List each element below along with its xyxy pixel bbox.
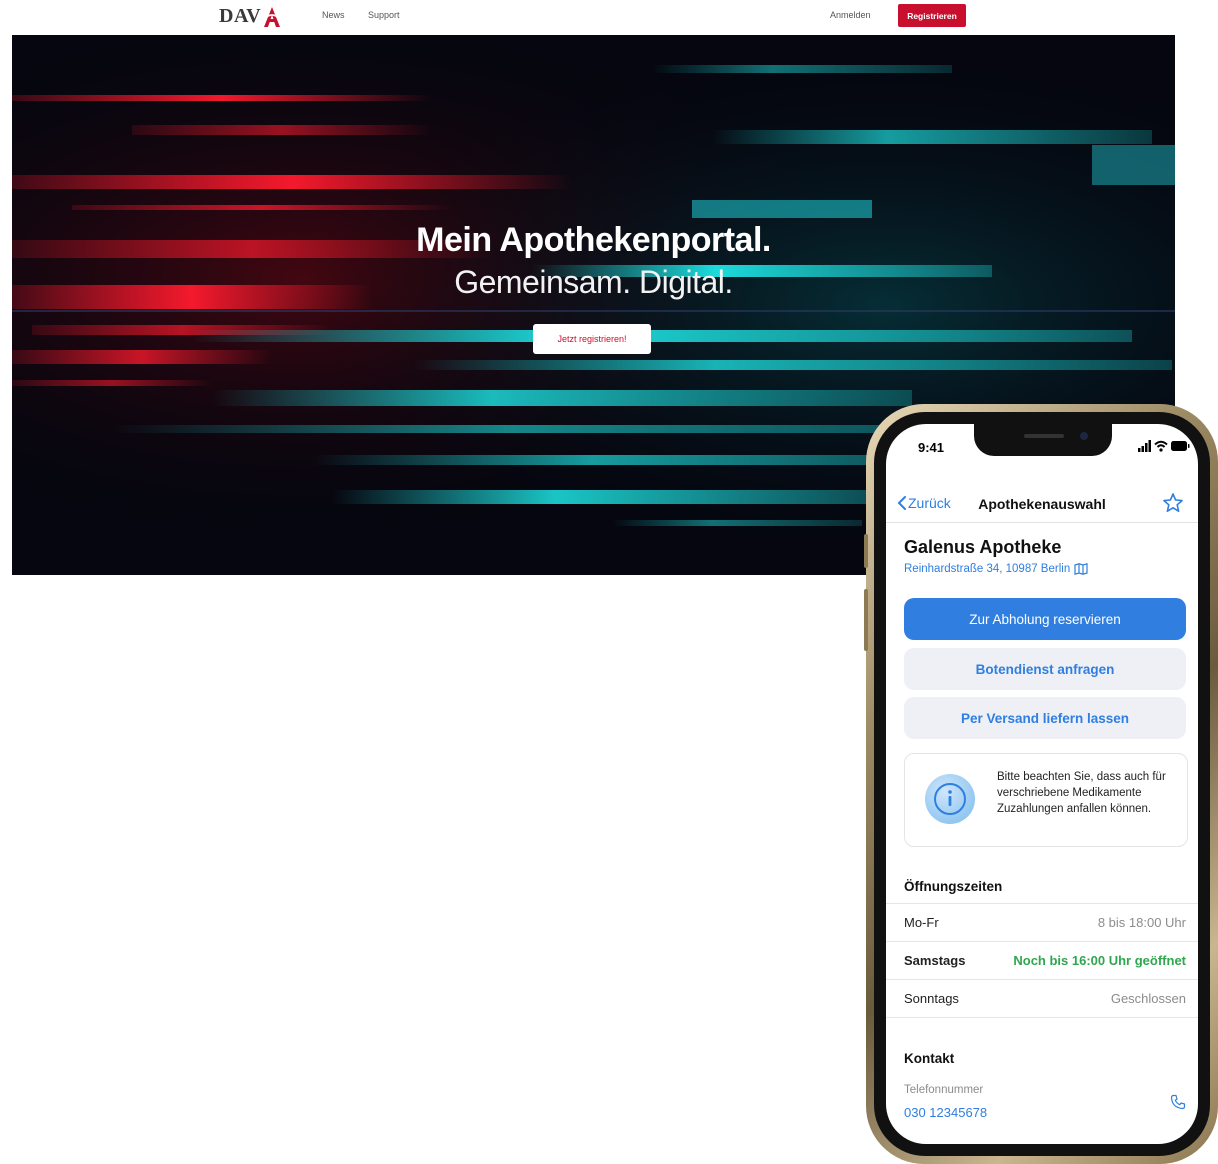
login-link[interactable]: Anmelden bbox=[830, 10, 871, 20]
status-time: 9:41 bbox=[918, 440, 945, 455]
camera bbox=[1080, 432, 1088, 440]
address-text: Reinhardstraße 34, 10987 Berlin bbox=[904, 563, 1071, 575]
favorite-star-icon[interactable] bbox=[1162, 492, 1184, 514]
hours-time-open: Noch bis 16:00 Uhr geöffnet bbox=[1013, 953, 1186, 968]
row-divider bbox=[886, 903, 1198, 904]
info-text: Bitte beachten Sie, dass auch für versch… bbox=[997, 771, 1166, 815]
top-navigation: DAV News Support Anmelden Registrieren bbox=[0, 0, 1218, 34]
phone-mockup: 9:41 Zurück Apothekenauswahl Galenus Apo… bbox=[864, 404, 1218, 1164]
dav-logo[interactable]: DAV bbox=[219, 5, 261, 28]
hours-time: 8 bis 18:00 Uhr bbox=[1097, 915, 1186, 930]
phone-side-button bbox=[864, 589, 868, 651]
hours-row: Samstags Noch bis 16:00 Uhr geöffnet bbox=[886, 941, 1198, 979]
pharmacy-name: Galenus Apotheke bbox=[904, 537, 1062, 557]
row-divider bbox=[886, 1017, 1198, 1018]
phone-number-link[interactable]: 030 12345678 bbox=[904, 1105, 987, 1120]
navbar-divider bbox=[886, 522, 1198, 523]
apotheke-a-logo-icon bbox=[264, 7, 280, 27]
courier-request-button[interactable]: Botendienst anfragen bbox=[904, 648, 1186, 690]
hours-row: Sonntags Geschlossen bbox=[886, 979, 1198, 1017]
nav-link-support[interactable]: Support bbox=[368, 10, 400, 20]
info-icon bbox=[925, 774, 975, 824]
info-notice: Bitte beachten Sie, dass auch für versch… bbox=[904, 753, 1188, 847]
status-icons bbox=[1138, 440, 1190, 452]
hero-title: Mein Apothekenportal. bbox=[416, 221, 771, 259]
app-screen: 9:41 Zurück Apothekenauswahl Galenus Apo… bbox=[886, 424, 1198, 1144]
phone-side-button bbox=[864, 534, 868, 568]
hero-subtitle: Gemeinsam. Digital. bbox=[454, 264, 733, 300]
signal-icon bbox=[1138, 440, 1151, 452]
opening-hours-title: Öffnungszeiten bbox=[904, 879, 1003, 894]
row-divider bbox=[886, 979, 1198, 980]
hours-time: Geschlossen bbox=[1110, 991, 1186, 1006]
reserve-pickup-button[interactable]: Zur Abholung reservieren bbox=[904, 598, 1186, 640]
speaker bbox=[1024, 434, 1064, 438]
row-divider bbox=[886, 941, 1198, 942]
battery-icon bbox=[1171, 441, 1190, 451]
contact-title: Kontakt bbox=[904, 1051, 955, 1066]
hours-day: Mo-Fr bbox=[904, 915, 939, 930]
phone-number-label: Telefonnummer bbox=[904, 1084, 984, 1096]
hours-day: Samstags bbox=[904, 953, 966, 968]
register-button[interactable]: Registrieren bbox=[898, 4, 966, 27]
hours-day: Sonntags bbox=[904, 991, 959, 1006]
phone-notch bbox=[974, 424, 1112, 456]
map-icon bbox=[1074, 563, 1088, 575]
pharmacy-address-link[interactable]: Reinhardstraße 34, 10987 Berlin bbox=[904, 563, 1088, 575]
shipping-button[interactable]: Per Versand liefern lassen bbox=[904, 697, 1186, 739]
phone-icon[interactable] bbox=[1170, 1094, 1186, 1110]
wifi-icon bbox=[1154, 440, 1168, 452]
hours-row: Mo-Fr 8 bis 18:00 Uhr bbox=[886, 903, 1198, 941]
screen-title: Apothekenauswahl bbox=[978, 496, 1106, 512]
nav-link-news[interactable]: News bbox=[322, 10, 345, 20]
hero-register-button[interactable]: Jetzt registrieren! bbox=[533, 324, 651, 354]
